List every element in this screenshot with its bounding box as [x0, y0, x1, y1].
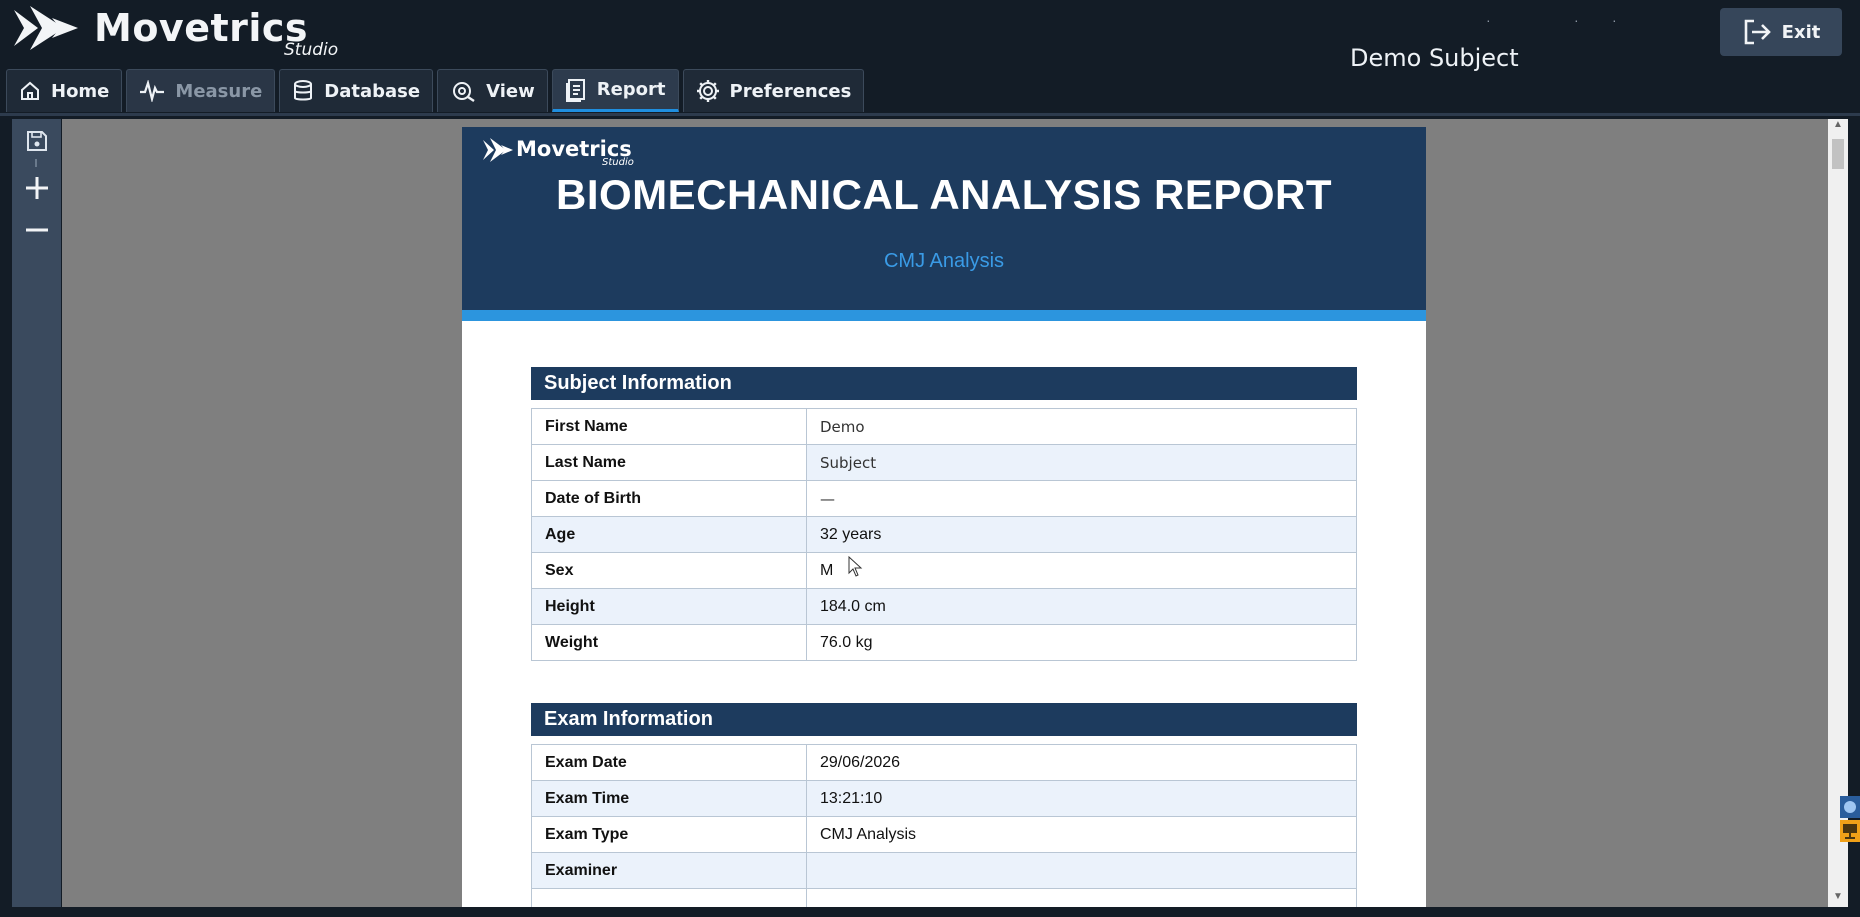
field-value: 29/06/2026 [806, 744, 1357, 781]
scrollbar-thumb[interactable] [1832, 139, 1844, 169]
tab-report-label: Report [596, 79, 666, 100]
field-value: 13:21:10 [806, 780, 1357, 817]
exit-label: Exit [1781, 21, 1821, 43]
report-page: Movetrics Studio BIOMECHANICAL ANALYSIS … [462, 127, 1426, 907]
field-label: Examiner [531, 852, 807, 889]
table-row: Date of Birth — [531, 480, 1357, 517]
logo-subtext: Studio [284, 40, 339, 60]
field-value: 76.0 kg [806, 624, 1357, 661]
field-value: — [806, 480, 1357, 517]
field-label: Exam Date [531, 744, 807, 781]
tab-view[interactable]: View [437, 69, 548, 112]
table-row: Exam Type CMJ Analysis [531, 816, 1357, 853]
field-label: First Name [531, 408, 807, 445]
save-button[interactable] [21, 125, 52, 156]
field-value [806, 888, 1357, 907]
tab-home-label: Home [51, 80, 110, 102]
status-dot-icon: · [1486, 12, 1491, 28]
field-value [806, 852, 1357, 889]
scroll-up-arrow-icon[interactable]: ▲ [1828, 119, 1848, 135]
top-bar: Movetrics Studio · · · Demo Subject Exit [0, 0, 1860, 72]
logo-text: Movetrics [94, 6, 309, 50]
report-subtitle: CMJ Analysis [883, 250, 1005, 272]
zoom-in-icon [25, 176, 48, 199]
tab-view-label: View [486, 80, 535, 102]
field-label: Sex [531, 552, 807, 589]
subject-section-title: Subject Information [531, 367, 1357, 400]
logo-chevron-icon [483, 138, 513, 162]
table-row: Exam Date 29/06/2026 [531, 744, 1357, 781]
home-icon [21, 81, 39, 100]
field-label: Exam Type [531, 816, 807, 853]
gear-icon [696, 80, 719, 102]
mouse-pointer-icon [848, 556, 863, 577]
table-row: Examiner [531, 852, 1357, 889]
field-label: Age [531, 516, 807, 553]
tab-database-label: Database [324, 80, 421, 102]
app-logo: Movetrics Studio [12, 4, 372, 60]
table-row: Height 184.0 cm [531, 588, 1357, 625]
status-dot-icon: · [1612, 12, 1617, 28]
status-dot-icon: · [1574, 12, 1579, 28]
header-accent-stripe [462, 310, 1426, 321]
report-icon [565, 78, 585, 102]
zoom-out-icon [25, 228, 48, 231]
tab-measure[interactable]: Measure [126, 69, 276, 112]
current-subject-name: Demo Subject [1350, 44, 1519, 72]
vertical-scrollbar[interactable]: ▲ ▼ [1828, 119, 1848, 907]
tab-preferences-label: Preferences [729, 80, 852, 102]
field-value: M [806, 552, 1357, 589]
table-row: Exam Time 13:21:10 [531, 780, 1357, 817]
field-value: 184.0 cm [806, 588, 1357, 625]
table-row: Age 32 years [531, 516, 1357, 553]
toolbar-divider [35, 159, 37, 167]
main-tabs: Home Measure Database View Report Prefer… [6, 69, 865, 114]
field-value: CMJ Analysis [806, 816, 1357, 853]
subject-info-table: First Name Demo Last Name Subject Date o… [531, 408, 1357, 661]
database-icon [294, 80, 313, 101]
tab-preferences[interactable]: Preferences [682, 69, 865, 112]
field-label: Height [531, 588, 807, 625]
tab-report[interactable]: Report [551, 69, 679, 112]
field-label: Last Name [531, 444, 807, 481]
field-value: 32 years [806, 516, 1357, 553]
table-row: Last Name Subject [531, 444, 1357, 481]
report-toolbar [12, 119, 61, 907]
zoom-out-button[interactable] [21, 214, 52, 245]
eye-icon [453, 82, 475, 102]
report-title: BIOMECHANICAL ANALYSIS REPORT [555, 171, 1333, 218]
zoom-in-button[interactable] [21, 172, 52, 203]
exit-icon [1744, 19, 1771, 45]
exam-info-table: Exam Date 29/06/2026 Exam Time 13:21:10 … [531, 744, 1357, 907]
scroll-down-arrow-icon[interactable]: ▼ [1828, 891, 1848, 907]
field-label: Date of Birth [531, 480, 807, 517]
table-row: Weight 76.0 kg [531, 624, 1357, 661]
table-row [531, 888, 1357, 907]
floating-widget[interactable] [1838, 794, 1860, 844]
tab-measure-label: Measure [175, 80, 263, 102]
exam-section-title: Exam Information [531, 703, 1357, 736]
tab-database[interactable]: Database [279, 69, 434, 112]
field-value: Demo [806, 408, 1357, 445]
field-value: Subject [806, 444, 1357, 481]
field-label [531, 888, 807, 907]
table-row: First Name Demo [531, 408, 1357, 445]
save-icon [26, 130, 47, 151]
report-header: Movetrics Studio BIOMECHANICAL ANALYSIS … [462, 127, 1426, 321]
table-row: Sex M [531, 552, 1357, 589]
field-label: Weight [531, 624, 807, 661]
report-viewer[interactable]: Movetrics Studio BIOMECHANICAL ANALYSIS … [62, 119, 1828, 907]
exit-button[interactable]: Exit [1720, 8, 1842, 56]
logo-chevron-icon [14, 6, 78, 50]
report-logo: Movetrics Studio [482, 137, 662, 171]
report-logo-subtext: Studio [602, 157, 634, 168]
tab-underline [0, 113, 1860, 116]
field-label: Exam Time [531, 780, 807, 817]
tab-home[interactable]: Home [6, 69, 123, 112]
waveform-icon [140, 80, 165, 102]
monitor-icon [1840, 796, 1860, 842]
